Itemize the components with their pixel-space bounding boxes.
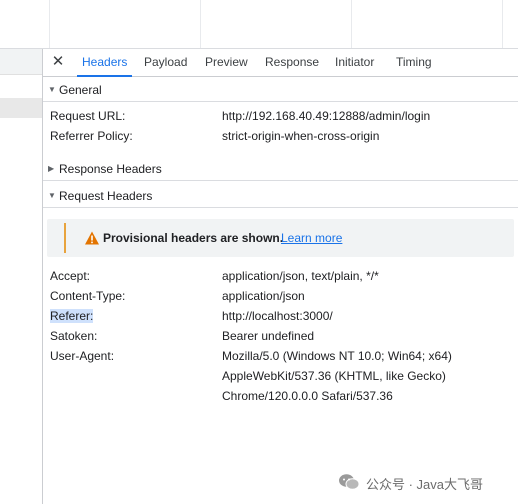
tab-preview[interactable]: Preview (205, 49, 248, 76)
grid-line (502, 0, 503, 48)
header-key: Content-Type: (50, 289, 126, 303)
section-title: Response Headers (59, 162, 162, 176)
section-general[interactable]: ▼ General (43, 79, 518, 102)
header-key: User-Agent: (50, 349, 115, 363)
header-value: http://192.168.40.49:12888/admin/login (222, 109, 431, 123)
section-request-headers[interactable]: ▼ Request Headers (43, 185, 518, 208)
tab-payload[interactable]: Payload (144, 49, 187, 76)
header-key: Satoken: (50, 329, 98, 343)
header-value: Mozilla/5.0 (Windows NT 10.0; Win64; x64… (222, 349, 452, 363)
details-tabbar: ✕ Headers Payload Preview Response Initi… (43, 49, 518, 77)
section-title: Request Headers (59, 189, 153, 203)
request-row-selected[interactable] (0, 98, 42, 118)
header-value: application/json (222, 289, 305, 303)
warning-icon (85, 231, 99, 245)
request-details-pane: ✕ Headers Payload Preview Response Initi… (43, 49, 518, 504)
collapse-triangle-icon: ▼ (48, 191, 56, 200)
header-key: Accept: (50, 269, 91, 283)
tab-initiator[interactable]: Initiator (335, 49, 374, 76)
section-title: General (59, 83, 102, 97)
tab-response[interactable]: Response (265, 49, 319, 76)
close-icon[interactable]: ✕ (49, 53, 67, 71)
header-value: Chrome/120.0.0.0 Safari/537.36 (222, 389, 393, 403)
section-response-headers[interactable]: ▶ Response Headers (43, 158, 518, 181)
watermark: 公众号 · Java大飞哥 (338, 472, 508, 494)
header-value: http://localhost:3000/ (222, 309, 333, 323)
timeline-strip (0, 0, 518, 49)
grid-line (49, 0, 50, 48)
request-list-header (0, 49, 42, 75)
header-key: Referrer Policy: (50, 129, 133, 143)
header-value: AppleWebKit/537.36 (KHTML, like Gecko) (222, 369, 446, 383)
header-value: Bearer undefined (222, 329, 315, 343)
search-highlight: Referer: (50, 309, 94, 323)
grid-line (200, 0, 201, 48)
warning-accent-bar (64, 223, 66, 253)
wechat-icon (339, 474, 360, 490)
collapse-triangle-icon: ▼ (48, 85, 56, 94)
provisional-headers-warning: Provisional headers are shown. Learn mor… (47, 219, 514, 257)
tab-timing[interactable]: Timing (396, 49, 432, 76)
header-key: Request URL: (50, 109, 126, 123)
expand-triangle-icon: ▶ (48, 164, 55, 173)
watermark-text: 公众号 · Java大飞哥 (366, 477, 484, 492)
header-value: strict-origin-when-cross-origin (222, 129, 380, 143)
request-list[interactable] (0, 49, 43, 504)
warning-message: Provisional headers are shown. (103, 231, 284, 245)
learn-more-link[interactable]: Learn more (281, 231, 342, 245)
header-key: Referer: (50, 309, 94, 323)
header-value: application/json, text/plain, */* (222, 269, 379, 283)
tab-headers[interactable]: Headers (76, 49, 133, 77)
grid-line (351, 0, 352, 48)
